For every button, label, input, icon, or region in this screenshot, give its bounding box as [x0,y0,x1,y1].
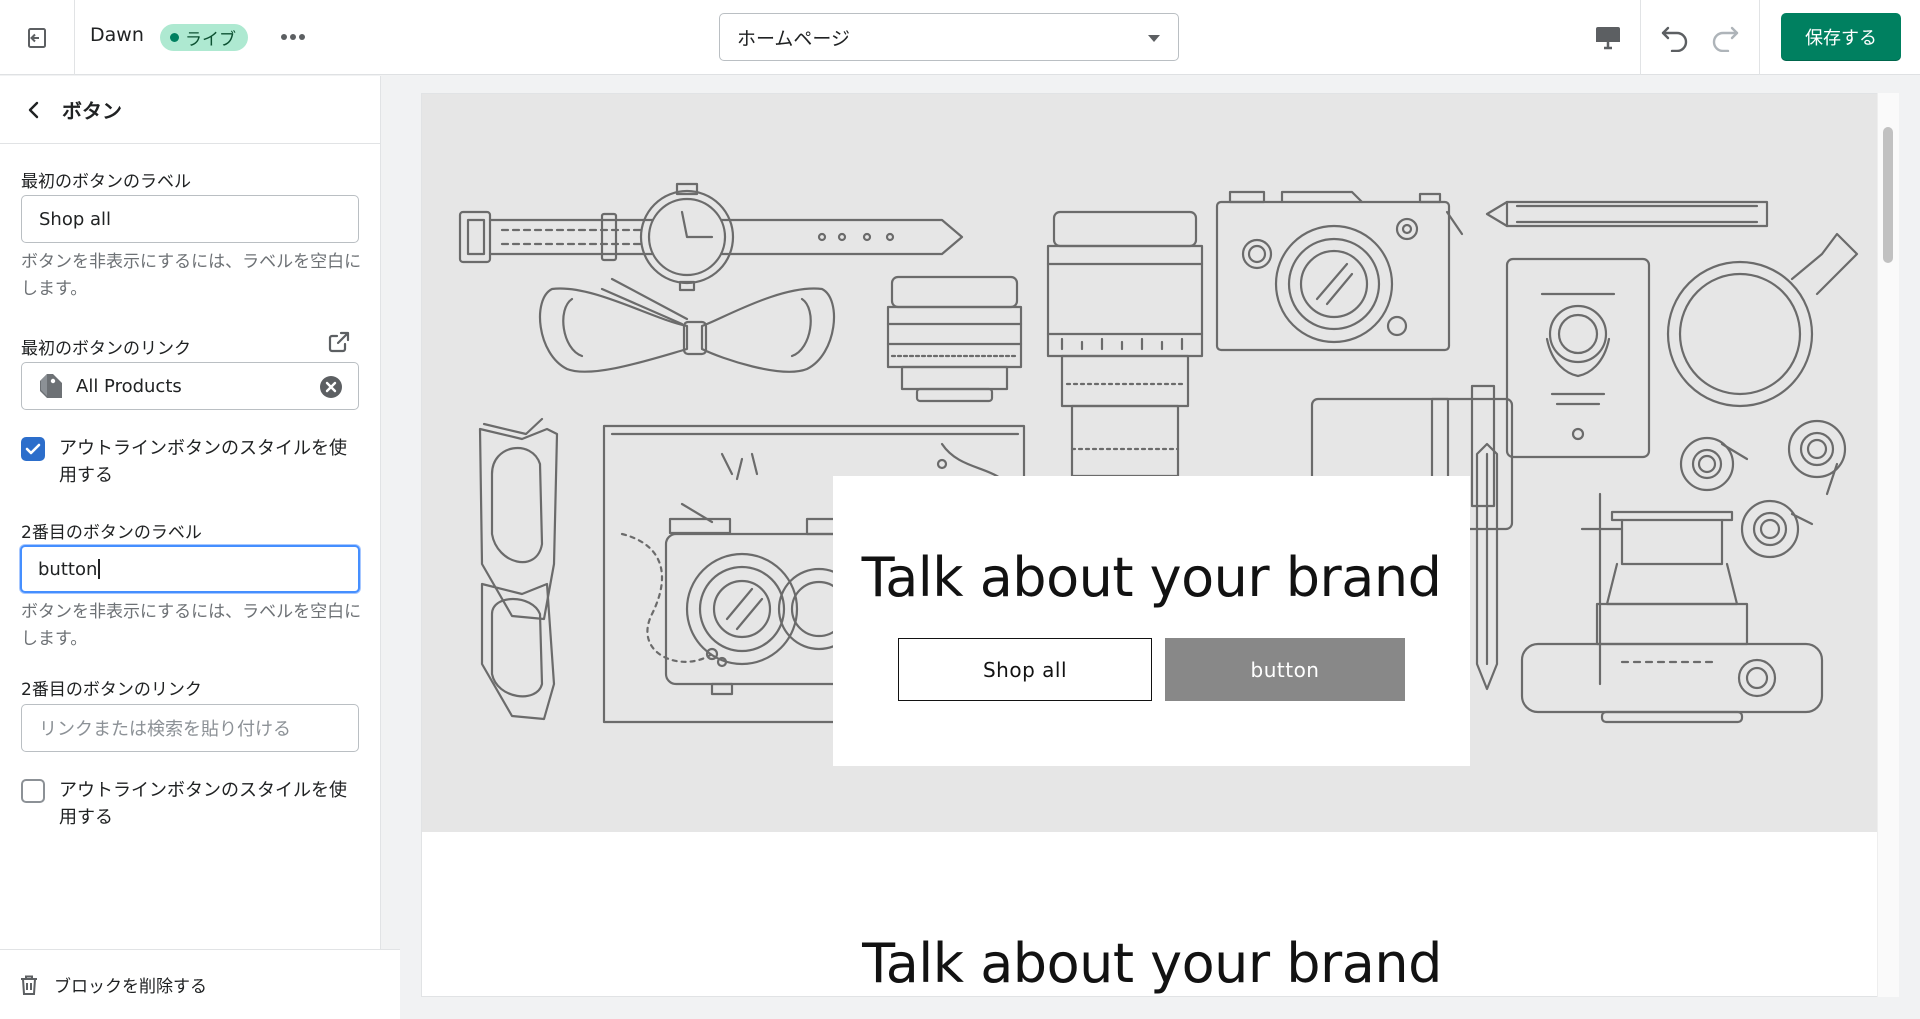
first-button-link-value: All Products [76,375,182,397]
sidebar-header: ボタン [0,76,380,144]
collection-tag-icon [38,372,64,400]
live-dot-icon [170,33,179,42]
first-button-label-value: Shop all [39,208,112,230]
second-button-link-input[interactable]: リンクまたは検索を貼り付ける [21,704,359,752]
second-button-label-input[interactable]: button [20,545,360,593]
second-outline-label: アウトラインボタンのスタイルを使用する [59,780,347,828]
banner-content-box: Talk about your brand Shop all button [833,476,1470,766]
banner-button-secondary[interactable]: button [1165,638,1405,701]
first-outline-option[interactable]: アウトラインボタンのスタイルを使用する [21,435,363,489]
second-button-link-title: 2番目のボタンのリンク [21,680,202,700]
banner-heading: Talk about your brand [861,546,1442,609]
back-button[interactable] [14,90,54,130]
second-outline-checkbox[interactable] [21,779,45,803]
first-button-label-input[interactable]: Shop all [21,195,359,243]
more-horizontal-icon [281,34,305,40]
second-button-label-value: button [38,558,98,580]
topbar-divider [1759,0,1760,75]
image-banner[interactable]: Talk about your brand Shop all button [422,94,1880,832]
theme-name: Dawn [90,24,144,46]
redo-icon [1712,26,1739,52]
delete-block-label: ブロックを削除する [54,977,207,997]
trash-icon [21,975,37,995]
checkmark-icon [25,443,41,455]
page-selector[interactable]: ホームページ [719,13,1179,61]
save-button[interactable]: 保存する [1781,13,1901,61]
clear-icon[interactable] [320,376,342,398]
sidebar-title: ボタン [62,99,122,123]
caret-down-icon [1148,35,1160,42]
first-outline-label: アウトラインボタンのスタイルを使用する [59,438,347,486]
second-button-label-title: 2番目のボタンのラベル [21,523,202,543]
second-outline-option[interactable]: アウトラインボタンのスタイルを使用する [21,777,363,831]
undo-icon [1661,26,1688,52]
undo-button[interactable] [1655,18,1695,58]
top-bar: Dawn ライブ ホームページ 保存する [0,0,1920,75]
theme-preview: Talk about your brand Shop all button Ta… [421,93,1881,997]
live-status-badge: ライブ [160,24,248,51]
page-selector-value: ホームページ [737,27,851,50]
text-caret [98,559,100,579]
exit-button[interactable] [0,0,75,75]
chevron-left-icon [28,101,39,118]
first-outline-checkbox[interactable] [21,437,45,461]
second-button-link-placeholder: リンクまたは検索を貼り付ける [39,719,291,740]
first-button-link-title: 最初のボタンのリンク [21,339,191,359]
delete-block-button[interactable]: ブロックを削除する [0,949,400,1019]
exit-icon [28,27,46,48]
redo-button[interactable] [1705,18,1745,58]
topbar-divider [1640,0,1641,75]
first-button-link-field[interactable]: All Products [21,362,359,410]
device-preview-button[interactable] [1588,18,1628,58]
external-link-icon[interactable] [327,330,351,354]
preview-scrollbar-thumb[interactable] [1883,127,1893,263]
settings-sidebar: ボタン 最初のボタンのラベル Shop all ボタンを非表示にするには、ラベル… [0,76,400,1019]
live-badge-label: ライブ [185,30,236,50]
desktop-icon [1596,27,1620,50]
first-button-label-title: 最初のボタンのラベル [21,172,191,192]
more-actions-button[interactable] [276,20,310,54]
second-button-label-help: ボタンを非表示にするには、ラベルを空白にします。 [21,602,362,649]
banner-button-shop-all[interactable]: Shop all [898,638,1152,701]
first-button-label-help: ボタンを非表示にするには、ラベルを空白にします。 [21,252,362,299]
rich-text-heading: Talk about your brand [862,932,1442,995]
